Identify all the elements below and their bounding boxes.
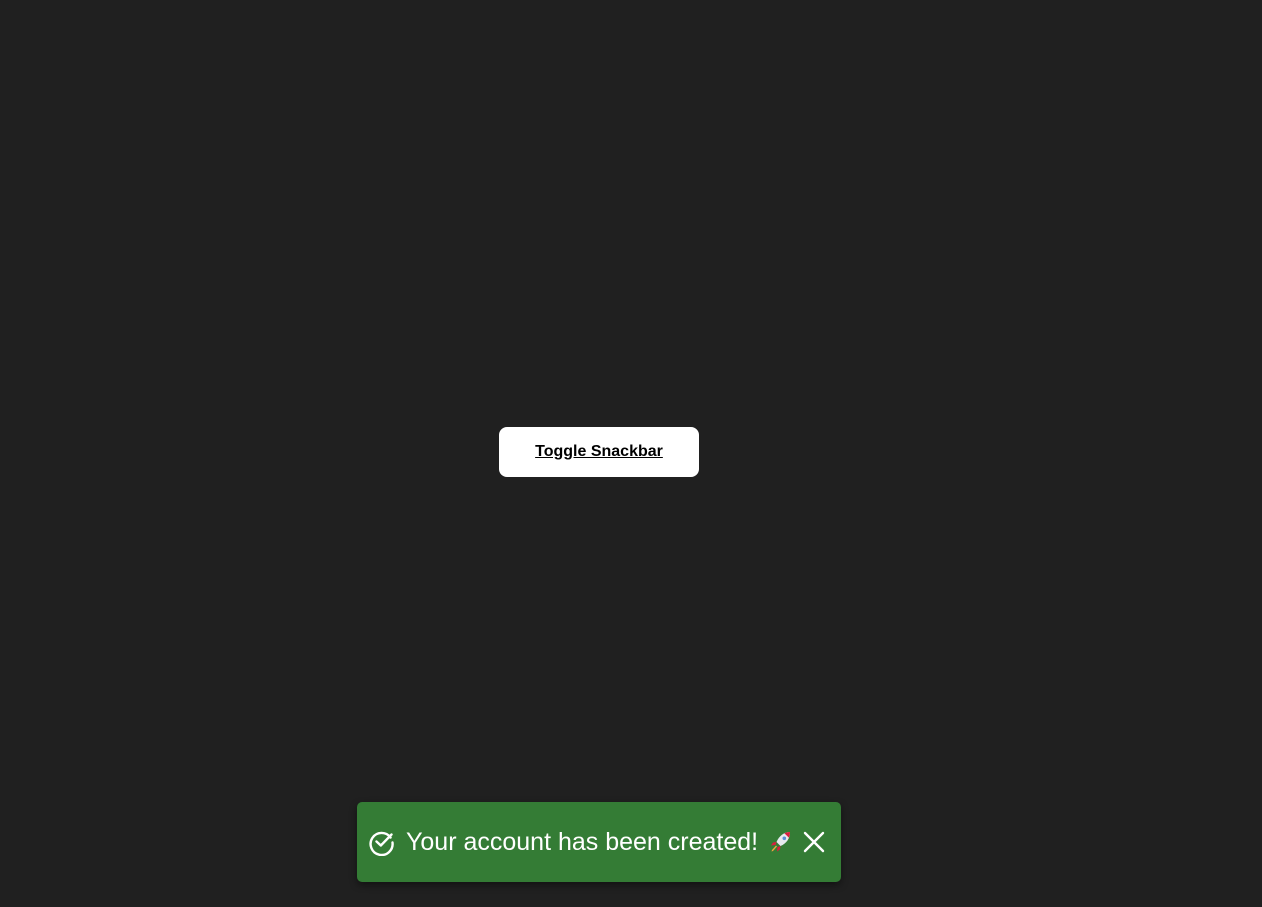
page: Toggle Snackbar Your account has been cr… <box>0 0 1262 907</box>
check-circle-icon <box>368 828 396 856</box>
snackbar: Your account has been created! <box>357 802 841 882</box>
toggle-snackbar-button[interactable]: Toggle Snackbar <box>499 427 699 477</box>
close-button[interactable] <box>801 829 827 855</box>
snackbar-message: Your account has been created! <box>406 827 759 856</box>
close-icon <box>803 831 825 853</box>
rocket-icon <box>768 829 794 855</box>
